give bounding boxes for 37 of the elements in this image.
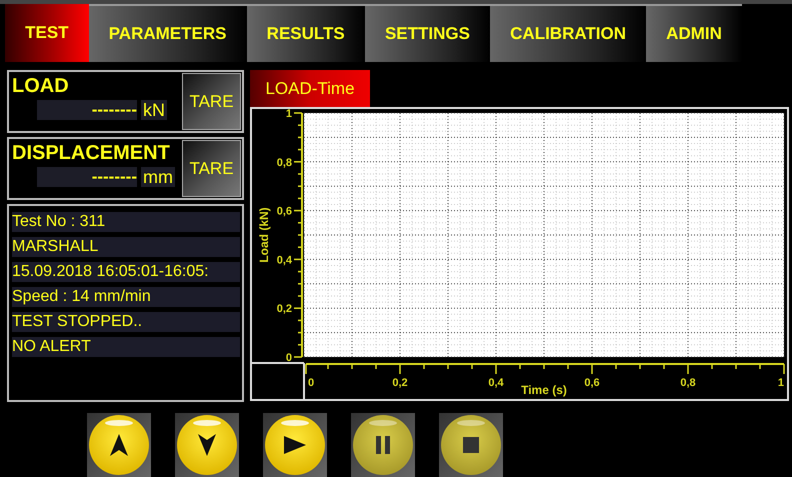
nav-tab[interactable]: PARAMETERS (88, 4, 247, 62)
pause-icon (376, 436, 390, 454)
x-tick-label: 0,4 (488, 377, 504, 389)
down-arrow-icon (198, 434, 216, 456)
readout-value: -------- (37, 100, 137, 120)
stop-icon (463, 437, 479, 453)
y-tick-label: 0,8 (276, 156, 292, 169)
x-tick-label: 0,6 (584, 377, 600, 389)
readout-value: -------- (37, 167, 137, 187)
nav-tab[interactable]: TEST (5, 4, 89, 62)
x-tick-label: 0,8 (680, 377, 696, 389)
y-tick-label: 1 (286, 109, 292, 120)
y-tick-label: 0,2 (276, 303, 292, 316)
up-arrow-icon (110, 434, 128, 456)
x-tick-label: 1 (778, 377, 784, 389)
y-tick-label: 0 (286, 352, 292, 364)
play-button[interactable] (263, 413, 327, 477)
up-button[interactable] (87, 413, 151, 477)
nav-tab[interactable]: ADMIN (646, 4, 742, 62)
readout-title: LOAD (12, 75, 70, 97)
down-button[interactable] (175, 413, 239, 477)
nav-tab[interactable]: RESULTS (246, 4, 365, 62)
tare-button[interactable]: TARE (182, 140, 241, 197)
readout-unit: mm (141, 167, 175, 187)
y-tick-label: 0,4 (276, 254, 292, 266)
nav-tab[interactable]: SETTINGS (364, 4, 490, 62)
y-axis-title: Load (kN) (257, 207, 271, 263)
x-axis-title: Time (s) (521, 383, 567, 397)
chart-tab[interactable]: LOAD-Time (250, 70, 370, 107)
readout-title: DISPLACEMENT (12, 142, 171, 164)
tare-button[interactable]: TARE (182, 73, 241, 130)
x-tick-label: 0,2 (392, 377, 408, 389)
x-tick-label: 0 (308, 377, 314, 389)
readout-unit: kN (141, 100, 167, 120)
y-tick-label: 0,6 (276, 206, 292, 218)
play-icon (284, 436, 306, 454)
nav-tab[interactable]: CALIBRATION (490, 4, 646, 62)
